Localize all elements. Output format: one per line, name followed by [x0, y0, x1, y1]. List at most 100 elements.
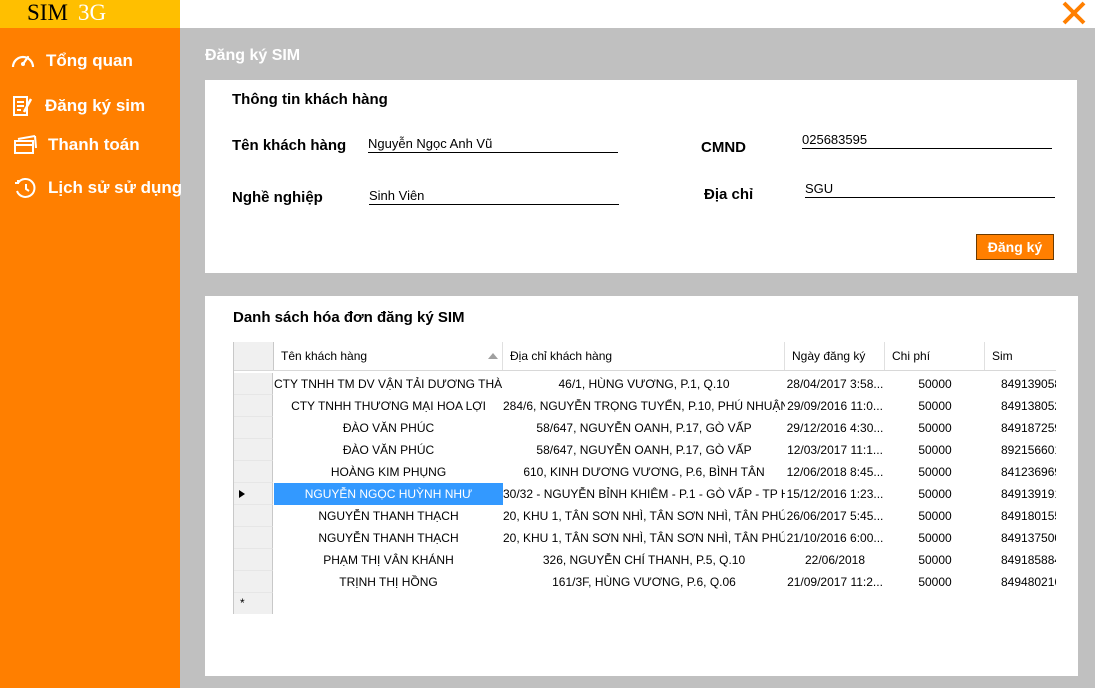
cell-sim[interactable]: 849139058 — [985, 373, 1056, 395]
table-row[interactable]: NGUYỄN THANH THẠCH 20, KHU 1, TÂN SƠN NHÌ… — [234, 505, 1056, 527]
cell-customer-name[interactable]: NGUYỄN THANH THẠCH — [274, 527, 503, 549]
table-row[interactable]: CTY TNHH THƯƠNG MẠI HOA LỢI 284/6, NGUYỄN… — [234, 395, 1056, 417]
address-field[interactable] — [805, 179, 1055, 198]
cell-customer-address[interactable]: 284/6, NGUYỄN TRỌNG TUYỂN, P.10, PHÚ NHU… — [503, 395, 785, 417]
row-header[interactable] — [234, 571, 273, 593]
row-header[interactable] — [234, 527, 273, 549]
row-header[interactable] — [234, 505, 273, 527]
cell-customer-name[interactable]: ĐÀO VĂN PHÚC — [274, 439, 503, 461]
cell-cost[interactable]: 50000 — [885, 483, 985, 505]
cell-register-date[interactable]: 21/10/2016 6:00... — [785, 527, 885, 549]
row-header[interactable] — [234, 417, 273, 439]
cell-sim[interactable]: 849185884 — [985, 549, 1056, 571]
cell-sim[interactable]: 849137500 — [985, 527, 1056, 549]
app-logo: SIM 3G — [0, 0, 180, 28]
cell-register-date[interactable]: 15/12/2016 1:23... — [785, 483, 885, 505]
sidebar-item-label: Thanh toán — [48, 135, 140, 154]
cell-customer-name[interactable]: NGUYỄN NGỌC HUỲNH NHƯ — [274, 483, 503, 505]
cell-customer-address[interactable]: 46/1, HÙNG VƯƠNG, P.1, Q.10 — [503, 373, 785, 395]
cell-cost[interactable]: 50000 — [885, 417, 985, 439]
cell-customer-name[interactable]: PHẠM THỊ VÂN KHÁNH — [274, 549, 503, 571]
cell-customer-address[interactable]: 58/647, NGUYỄN OANH, P.17, GÒ VẤP — [503, 417, 785, 439]
cell-customer-name[interactable]: ĐÀO VĂN PHÚC — [274, 417, 503, 439]
cell-cost[interactable]: 50000 — [885, 395, 985, 417]
cell-cost[interactable]: 50000 — [885, 505, 985, 527]
column-header-register-date[interactable]: Ngày đăng ký — [785, 342, 885, 370]
cell-sim[interactable]: 849187259 — [985, 417, 1056, 439]
cell-sim[interactable]: 8412369693 — [985, 461, 1056, 483]
customer-info-panel: Thông tin khách hàng Tên khách hàng CMND… — [205, 80, 1077, 273]
id-number-field[interactable] — [802, 130, 1052, 149]
cell-register-date[interactable]: 12/06/2018 8:45... — [785, 461, 885, 483]
cell-sim[interactable]: 849138052 — [985, 395, 1056, 417]
table-row[interactable]: NGUYỄN THANH THẠCH 20, KHU 1, TÂN SƠN NHÌ… — [234, 527, 1056, 549]
cell-sim[interactable]: 849180155 — [985, 505, 1056, 527]
column-header-customer-name[interactable]: Tên khách hàng — [274, 342, 503, 370]
close-icon[interactable] — [1061, 1, 1087, 25]
sort-ascending-icon — [488, 353, 498, 359]
table-row[interactable]: ĐÀO VĂN PHÚC 58/647, NGUYỄN OANH, P.17, G… — [234, 417, 1056, 439]
table-row[interactable]: ĐÀO VĂN PHÚC 58/647, NGUYỄN OANH, P.17, G… — [234, 439, 1056, 461]
occupation-field[interactable] — [369, 186, 619, 205]
cell-customer-address[interactable]: 161/3F, HÙNG VƯƠNG, P.6, Q.06 — [503, 571, 785, 593]
cell-cost[interactable]: 50000 — [885, 373, 985, 395]
cell-sim[interactable]: 849139191 — [985, 483, 1056, 505]
row-header[interactable] — [234, 439, 273, 461]
cell-cost[interactable]: 50000 — [885, 527, 985, 549]
row-header[interactable] — [234, 483, 273, 505]
sidebar-item-usage-history[interactable]: Lịch sử sử dụng — [0, 171, 183, 205]
cell-register-date[interactable]: 22/06/2018 — [785, 549, 885, 571]
cell-customer-name[interactable]: CTY TNHH TM DV VẬN TẢI DƯƠNG THÀNH — [274, 373, 503, 395]
column-header-sim[interactable]: Sim — [985, 342, 1056, 370]
cell-customer-name[interactable]: HOÀNG KIM PHỤNG — [274, 461, 503, 483]
cell-customer-name[interactable]: TRỊNH THỊ HỒNG — [274, 571, 503, 593]
table-row[interactable]: TRỊNH THỊ HỒNG 161/3F, HÙNG VƯƠNG, P.6, Q… — [234, 571, 1056, 593]
column-header-customer-address[interactable]: Địa chỉ khách hàng — [503, 342, 785, 370]
row-header[interactable] — [234, 373, 273, 395]
sidebar-item-overview[interactable]: Tổng quan — [0, 44, 180, 78]
cell-customer-address[interactable]: 58/647, NGUYỄN OANH, P.17, GÒ VẤP — [503, 439, 785, 461]
register-button[interactable]: Đăng ký — [976, 234, 1054, 260]
invoice-grid[interactable]: Tên khách hàng Địa chỉ khách hàng Ngày đ… — [233, 342, 1056, 614]
cell-register-date[interactable]: 29/09/2016 11:0... — [785, 395, 885, 417]
cell-customer-name[interactable]: NGUYỄN THANH THẠCH — [274, 505, 503, 527]
sidebar-item-label: Lịch sử sử dụng — [48, 178, 183, 197]
sidebar-item-register-sim[interactable]: Đăng ký sim — [0, 89, 180, 123]
table-row[interactable]: CTY TNHH TM DV VẬN TẢI DƯƠNG THÀNH 46/1, … — [234, 373, 1056, 395]
column-header-label: Tên khách hàng — [281, 349, 368, 363]
cell-register-date[interactable]: 29/12/2016 4:30... — [785, 417, 885, 439]
cell-customer-address[interactable]: 20, KHU 1, TÂN SƠN NHÌ, TÂN SƠN NHÌ, TÂN… — [503, 527, 785, 549]
dashboard-gauge-icon — [10, 49, 36, 73]
cell-cost[interactable]: 50000 — [885, 439, 985, 461]
cell-customer-name[interactable]: CTY TNHH THƯƠNG MẠI HOA LỢI — [274, 395, 503, 417]
row-header[interactable] — [234, 395, 273, 417]
register-clipboard-icon — [10, 94, 36, 118]
cell-customer-address[interactable]: 20, KHU 1, TÂN SƠN NHÌ, TÂN SƠN NHÌ, TÂN… — [503, 505, 785, 527]
cell-register-date[interactable]: 12/03/2017 11:1... — [785, 439, 885, 461]
customer-info-title: Thông tin khách hàng — [232, 91, 388, 108]
cell-customer-address[interactable]: 326, NGUYỄN CHÍ THANH, P.5, Q.10 — [503, 549, 785, 571]
row-header[interactable] — [234, 549, 273, 571]
table-row[interactable]: NGUYỄN NGỌC HUỲNH NHƯ 30/32 - NGUYỄN BỈNH… — [234, 483, 1056, 505]
sidebar-item-payment[interactable]: Thanh toán — [0, 128, 180, 162]
cell-cost[interactable]: 50000 — [885, 549, 985, 571]
cell-register-date[interactable]: 26/06/2017 5:45... — [785, 505, 885, 527]
cell-register-date[interactable]: 28/04/2017 3:58... — [785, 373, 885, 395]
cell-cost[interactable]: 50000 — [885, 461, 985, 483]
cell-customer-address[interactable]: 30/32 - NGUYỄN BỈNH KHIÊM - P.1 - GÒ VẤP… — [503, 483, 785, 505]
new-row[interactable]: * — [234, 593, 1056, 614]
cell-register-date[interactable]: 21/09/2017 11:2... — [785, 571, 885, 593]
occupation-label: Nghề nghiệp — [232, 189, 323, 206]
table-row[interactable]: HOÀNG KIM PHỤNG 610, KINH DƯƠNG VƯƠNG, P.… — [234, 461, 1056, 483]
cell-sim[interactable]: 892156601 — [985, 439, 1056, 461]
customer-name-field[interactable] — [368, 134, 618, 153]
cell-cost[interactable]: 50000 — [885, 571, 985, 593]
row-header[interactable] — [234, 461, 273, 483]
row-header[interactable]: * — [234, 593, 273, 614]
logo-text-3g: 3G — [78, 0, 107, 25]
invoice-list-title: Danh sách hóa đơn đăng ký SIM — [233, 309, 465, 326]
table-row[interactable]: PHẠM THỊ VÂN KHÁNH 326, NGUYỄN CHÍ THANH,… — [234, 549, 1056, 571]
cell-customer-address[interactable]: 610, KINH DƯƠNG VƯƠNG, P.6, BÌNH TÂN — [503, 461, 785, 483]
cell-sim[interactable]: 849480216 — [985, 571, 1056, 593]
column-header-cost[interactable]: Chi phí — [885, 342, 985, 370]
